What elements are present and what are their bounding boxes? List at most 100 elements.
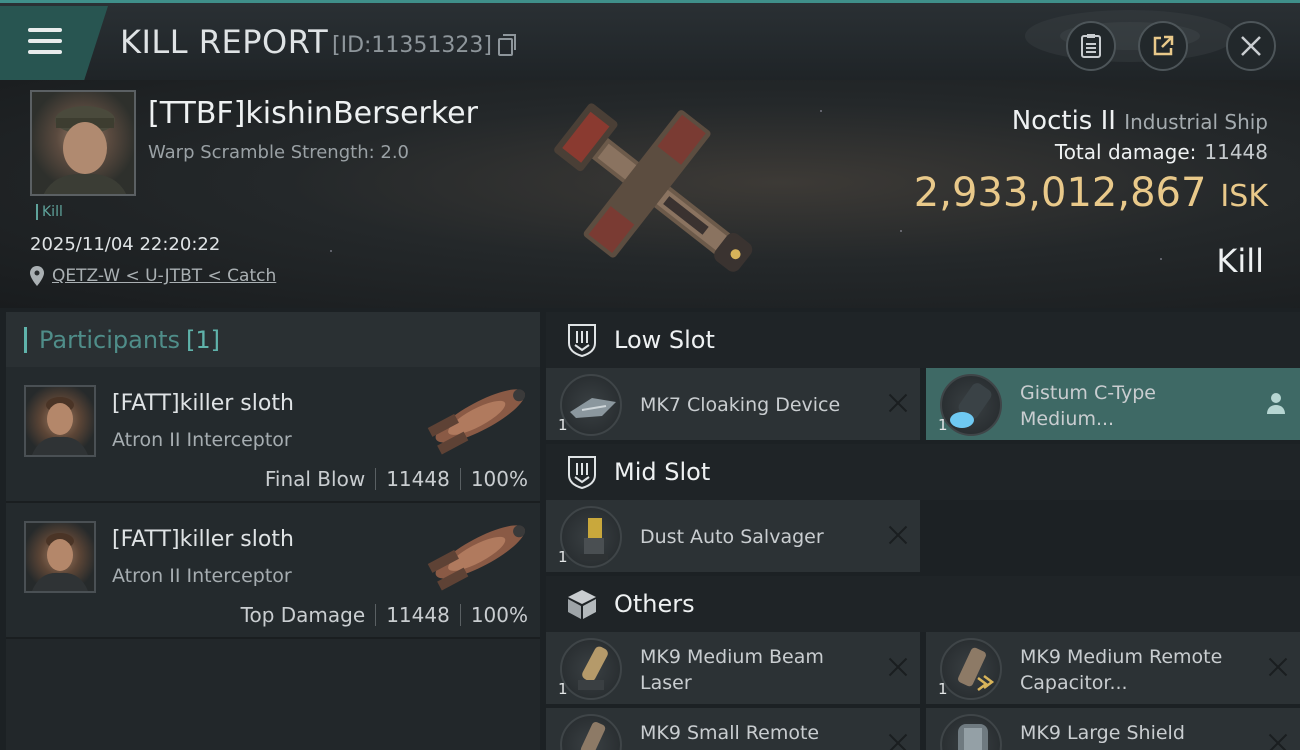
item-quantity: 1 (938, 416, 948, 434)
item-quantity: 1 (558, 680, 568, 698)
total-damage: Total damage: 11448 (1055, 140, 1268, 164)
participant-avatar[interactable] (24, 385, 96, 457)
participant-ship-image (427, 525, 526, 591)
participant-percent: 100% (470, 467, 528, 491)
participants-header[interactable]: Participants [1] (6, 312, 540, 367)
destroyed-icon (888, 393, 908, 413)
item-name: MK9 Medium Remote Capacitor... (1020, 646, 1223, 694)
item-mk9-large-shield[interactable]: MK9 Large Shield (926, 708, 1300, 750)
participants-label: Participants (39, 325, 180, 354)
participant-role: Final Blow (264, 467, 366, 491)
total-damage-value: 11448 (1204, 140, 1268, 164)
item-name: MK9 Large Shield (1020, 722, 1185, 744)
background-ship-decoration (1025, 10, 1235, 62)
low-slot-header: Low Slot (546, 312, 1300, 368)
menu-button[interactable] (0, 6, 108, 80)
large-shield-icon (940, 714, 1002, 750)
ship-name[interactable]: Noctis II (1012, 106, 1116, 136)
destroyed-icon (1268, 733, 1288, 750)
participant-role: Top Damage (240, 603, 366, 627)
pilot-portrait-icon (32, 397, 88, 455)
item-quantity: 1 (938, 680, 948, 698)
cloaking-device-icon (560, 374, 622, 436)
item-name: MK9 Small Remote (640, 722, 820, 744)
item-mk9-small-remote[interactable]: MK9 Small Remote (546, 708, 920, 750)
item-quantity: 1 (558, 548, 568, 566)
share-icon (1153, 35, 1174, 56)
share-button[interactable] (1138, 21, 1188, 71)
item-name: MK7 Cloaking Device (640, 394, 841, 416)
item-gistum-c-type[interactable]: 1 Gistum C-Type Medium... (926, 368, 1300, 440)
total-damage-label: Total damage: (1054, 140, 1197, 164)
participants-panel: Participants [1] [FATT]killer sloth Atro… (6, 312, 540, 750)
victim-avatar[interactable] (30, 90, 136, 196)
victim-summary: [TTBF]kishinBerserker Warp Scramble Stre… (0, 80, 1300, 308)
mid-slot-title: Mid Slot (614, 458, 711, 486)
participant-row[interactable]: [FATT]killer sloth Atron II Interceptor … (6, 367, 540, 503)
kill-id: [ID:11351323] (332, 33, 492, 58)
participants-count: [1] (185, 325, 220, 354)
destroyed-icon (888, 657, 908, 677)
menu-icon (28, 28, 62, 32)
participant-damage: 11448 (386, 467, 450, 491)
item-name: Dust Auto Salvager (640, 526, 824, 548)
victim-name[interactable]: [TTBF]kishinBerserker (148, 96, 478, 131)
destroyed-icon (1268, 657, 1288, 677)
mid-slot-header: Mid Slot (546, 444, 1300, 500)
participant-ship-image (427, 389, 526, 455)
salvager-icon (560, 506, 622, 568)
ship-class: Industrial Ship (1124, 110, 1268, 134)
participant-percent: 100% (470, 603, 528, 627)
others-title: Others (614, 590, 695, 618)
item-name: Gistum C-Type Medium... (1020, 382, 1156, 430)
page-title: KILL REPORT (120, 23, 329, 61)
item-mk7-cloaking-device[interactable]: 1 MK7 Cloaking Device (546, 368, 920, 440)
isk-amount: 2,933,012,867 (913, 170, 1207, 216)
mid-slot-icon (564, 454, 600, 490)
victim-ship-image (554, 103, 753, 272)
pilot-portrait-icon (32, 533, 88, 591)
close-button[interactable] (1226, 21, 1276, 71)
participant-name[interactable]: [FATT]killer sloth (112, 391, 294, 416)
participant-avatar[interactable] (24, 521, 96, 593)
kill-tag: Kill (36, 204, 63, 220)
fitting-panel: Low Slot 1 MK7 Cloaking Device 1 Gistum … (546, 312, 1300, 750)
user-icon (1267, 393, 1285, 414)
warp-scramble-strength: Warp Scramble Strength: 2.0 (148, 142, 410, 163)
beam-laser-icon (560, 638, 622, 700)
copy-icon[interactable] (498, 34, 516, 56)
participant-ship: Atron II Interceptor (112, 429, 292, 451)
destroyed-icon (888, 525, 908, 545)
participant-damage: 11448 (386, 603, 450, 627)
kill-location[interactable]: QETZ-W < U-JTBT < Catch (30, 266, 276, 286)
isk-value: 2,933,012,867 ISK (914, 170, 1268, 216)
clipboard-icon (1081, 34, 1101, 58)
kill-datetime: 2025/11/04 22:20:22 (30, 234, 221, 255)
item-dust-auto-salvager[interactable]: 1 Dust Auto Salvager (546, 500, 920, 572)
kill-result: Kill (1216, 242, 1264, 280)
item-quantity: 1 (558, 416, 568, 434)
location-link[interactable]: QETZ-W < U-JTBT < Catch (52, 266, 276, 286)
close-icon (1241, 36, 1261, 56)
location-pin-icon (30, 266, 44, 286)
participant-ship: Atron II Interceptor (112, 565, 292, 587)
shield-booster-icon (940, 374, 1002, 436)
item-mk9-medium-beam-laser[interactable]: 1 MK9 Medium Beam Laser (546, 632, 920, 704)
top-bar: KILL REPORT [ID:11351323] (0, 0, 1300, 80)
clipboard-button[interactable] (1066, 21, 1116, 71)
destroyed-icon (888, 733, 908, 750)
others-header: Others (546, 576, 1300, 632)
small-remote-icon (560, 714, 622, 750)
participant-stats: Top Damage 11448 100% (241, 603, 528, 627)
remote-capacitor-icon (940, 638, 1002, 700)
participant-name[interactable]: [FATT]killer sloth (112, 527, 294, 552)
low-slot-icon (564, 322, 600, 358)
item-name: MK9 Medium Beam Laser (640, 646, 824, 694)
item-mk9-medium-remote-capacitor[interactable]: 1 MK9 Medium Remote Capacitor... (926, 632, 1300, 704)
pilot-portrait-icon (43, 106, 127, 194)
victim-ship: Noctis II Industrial Ship (1012, 106, 1268, 136)
low-slot-title: Low Slot (614, 326, 715, 354)
participant-row[interactable]: [FATT]killer sloth Atron II Interceptor … (6, 503, 540, 639)
participant-stats: Final Blow 11448 100% (265, 467, 528, 491)
cargo-box-icon (564, 586, 600, 622)
